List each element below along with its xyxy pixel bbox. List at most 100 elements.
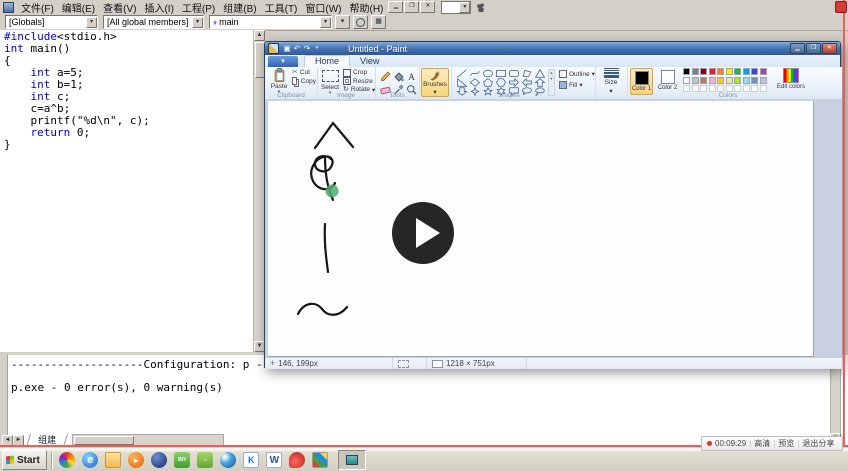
ie-icon[interactable]: e <box>82 452 98 468</box>
palette-swatch[interactable] <box>751 68 758 75</box>
maximize-button[interactable]: ❐ <box>806 43 821 54</box>
redo-icon[interactable]: ↷ <box>302 43 312 54</box>
globe-icon[interactable] <box>151 452 167 468</box>
tab-view[interactable]: View <box>350 56 389 67</box>
save-icon[interactable]: ▣ <box>282 43 292 54</box>
chevron-down-icon[interactable]: ▾ <box>86 17 97 28</box>
palette-swatch[interactable] <box>692 77 699 84</box>
paintapp-icon[interactable] <box>312 452 328 468</box>
shape-rectangle-icon[interactable] <box>494 69 507 78</box>
palette-swatch[interactable] <box>734 68 741 75</box>
chevron-down-icon[interactable]: ▾ <box>192 17 203 28</box>
palette-swatch-empty[interactable] <box>760 85 767 92</box>
palette-swatch-empty[interactable] <box>692 85 699 92</box>
start-button[interactable]: Start <box>2 450 47 470</box>
chevron-down-icon[interactable]: ▾ <box>459 2 470 13</box>
palette-swatch-empty[interactable] <box>743 85 750 92</box>
palette-swatch[interactable] <box>717 68 724 75</box>
palette-swatch-empty[interactable] <box>717 85 724 92</box>
pencil-icon[interactable] <box>378 69 392 83</box>
fill-bucket-icon[interactable] <box>391 69 405 83</box>
copy-button[interactable]: Copy <box>292 78 316 86</box>
palette-swatch[interactable] <box>692 68 699 75</box>
shape-right-triangle-icon[interactable] <box>455 78 468 87</box>
paint-file-button[interactable]: ▾ <box>268 56 298 67</box>
palette-swatch[interactable] <box>726 77 733 84</box>
player-icon[interactable]: ▸ <box>128 452 144 468</box>
scroll-up-icon[interactable]: ▲ <box>254 30 265 41</box>
shape-rounded-rectangle-icon[interactable] <box>507 69 520 78</box>
outline-button[interactable]: Outline▾ <box>559 70 595 78</box>
undo-icon[interactable]: ↶ <box>292 43 302 54</box>
recorder-quality-button[interactable]: 高清 <box>754 438 770 449</box>
palette-swatch[interactable] <box>760 68 767 75</box>
menu-item-2[interactable]: 编辑(E) <box>58 0 99 15</box>
palette-swatch-empty[interactable] <box>751 85 758 92</box>
kapp-icon[interactable]: K <box>243 452 259 468</box>
menu-item-1[interactable]: 文件(F) <box>17 0 58 15</box>
paste-button[interactable]: Paste▾ <box>268 68 290 94</box>
shape-curve-icon[interactable] <box>468 69 481 78</box>
doc-minimize-button[interactable]: ▁ <box>388 1 403 13</box>
greenapp-icon[interactable]: ▫ <box>197 452 213 468</box>
tab-home[interactable]: Home <box>304 55 350 67</box>
palette-swatch[interactable] <box>717 77 724 84</box>
palette-swatch[interactable] <box>743 68 750 75</box>
palette-swatch-empty[interactable] <box>734 85 741 92</box>
menu-item-3[interactable]: 查看(V) <box>99 0 140 15</box>
menubar-combo[interactable]: ▾ <box>441 1 471 14</box>
color1-button[interactable]: Color 1 <box>630 68 653 95</box>
wizard-bar-icon[interactable] <box>476 3 486 12</box>
kugou-icon[interactable] <box>289 452 305 468</box>
palette-swatch[interactable] <box>726 68 733 75</box>
menu-item-9[interactable]: 帮助(H) <box>346 0 388 15</box>
search-icon[interactable] <box>353 15 368 29</box>
palette-swatch[interactable] <box>683 68 690 75</box>
menu-item-4[interactable]: 插入(I) <box>140 0 177 15</box>
menu-item-6[interactable]: 组建(B) <box>219 0 260 15</box>
shape-line-icon[interactable] <box>455 69 468 78</box>
paint-titlebar[interactable]: ▣ ↶ ↷ ▾ Untitled - Paint ▁ ❐ ✕ <box>265 42 840 55</box>
text-tool-icon[interactable]: A <box>404 69 418 83</box>
shape-oval-icon[interactable] <box>481 69 494 78</box>
palette-swatch[interactable] <box>700 68 707 75</box>
select-button[interactable]: Select▾ <box>319 68 341 95</box>
palette-swatch[interactable] <box>709 77 716 84</box>
flower-icon[interactable] <box>59 452 75 468</box>
shape-polygon-icon[interactable] <box>520 69 533 78</box>
sphere-icon[interactable] <box>220 452 236 468</box>
word-icon[interactable]: W <box>266 452 282 468</box>
recorder-exit-share-button[interactable]: 退出分享 <box>802 438 834 449</box>
doc-restore-button[interactable]: ❐ <box>404 1 419 13</box>
menu-item-7[interactable]: 工具(T) <box>261 0 302 15</box>
output-vscrollbar[interactable]: ▼ <box>830 368 841 445</box>
crop-button[interactable]: Crop <box>343 69 373 77</box>
shape-arrow-up-icon[interactable] <box>533 78 546 87</box>
members-combo[interactable]: [All global members] ▾ <box>103 15 204 29</box>
globals-combo[interactable]: [Globals] ▾ <box>5 15 98 29</box>
fill-button[interactable]: Fill▾ <box>559 81 595 89</box>
palette-swatch[interactable] <box>700 77 707 84</box>
palette-swatch[interactable] <box>709 68 716 75</box>
palette-swatch-empty[interactable] <box>709 85 716 92</box>
chevron-down-icon[interactable]: ▾ <box>320 17 331 28</box>
palette-swatch-empty[interactable] <box>726 85 733 92</box>
function-combo[interactable]: ♦ main ▾ <box>209 15 332 29</box>
biy-icon[interactable]: BIY <box>174 452 190 468</box>
palette-swatch[interactable] <box>760 77 767 84</box>
shape-arrow-right-icon[interactable] <box>507 78 520 87</box>
shape-arrow-left-icon[interactable] <box>520 78 533 87</box>
folder-icon[interactable] <box>105 452 121 468</box>
recorder-corner-icon[interactable] <box>835 1 847 13</box>
resize-button[interactable]: Resize <box>343 78 373 86</box>
brushes-button[interactable]: Brushes▾ <box>421 68 449 97</box>
color2-button[interactable]: Color 2 <box>656 68 679 95</box>
video-play-button[interactable] <box>391 201 455 265</box>
paint-canvas[interactable] <box>268 101 814 357</box>
shape-diamond-icon[interactable] <box>468 78 481 87</box>
menu-item-8[interactable]: 窗口(W) <box>301 0 345 15</box>
edit-colors-button[interactable]: Edit colors <box>775 68 807 91</box>
qat-chevron-down-icon[interactable]: ▾ <box>312 43 322 54</box>
palette-swatch-empty[interactable] <box>700 85 707 92</box>
code-editor[interactable]: #include<stdio.h>int main(){ int a=5; in… <box>0 30 264 352</box>
